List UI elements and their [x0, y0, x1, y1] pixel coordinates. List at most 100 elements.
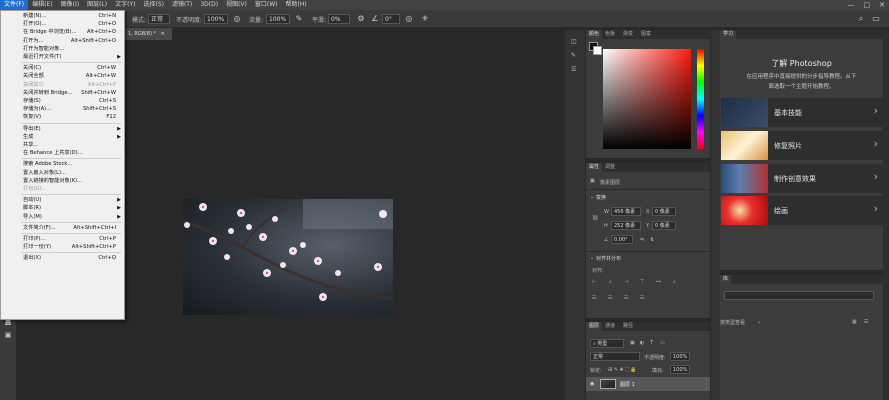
tab-adjustments[interactable]: 调整	[602, 163, 618, 172]
opacity-field[interactable]: 100%	[204, 14, 228, 24]
learn-card-fix-photo[interactable]: 修复照片 ›	[721, 131, 883, 160]
flip-horizontal-icon[interactable]: ⇋	[640, 237, 644, 243]
menu-3d[interactable]: 3D(D)	[196, 0, 222, 10]
tab-patterns[interactable]: 图案	[638, 30, 654, 39]
history-icon[interactable]: ◫	[571, 38, 577, 46]
visibility-eye-icon[interactable]: ◉	[590, 381, 594, 387]
tab-channels[interactable]: 通道	[602, 322, 618, 331]
file-menu-item[interactable]: 自动(U) ▶	[1, 196, 124, 204]
distribute-icon[interactable]: ☷	[608, 295, 612, 301]
airbrush-icon[interactable]: ✎	[294, 14, 304, 24]
library-search-field[interactable]	[724, 291, 874, 300]
file-menu-item[interactable]: 导出(E) ▶	[1, 125, 124, 133]
distribute-icon[interactable]: ☷	[624, 295, 628, 301]
file-menu-item[interactable]: 共享...	[1, 141, 124, 149]
file-menu-item[interactable]: 打开(O)... Ctrl+O	[1, 20, 124, 28]
brush-settings-icon[interactable]: ✎	[571, 52, 576, 60]
tab-gradients[interactable]: 渐变	[620, 30, 636, 39]
menu-layer[interactable]: 图层(L)	[83, 0, 111, 10]
link-dimensions-icon[interactable]: ⛓	[592, 215, 598, 221]
file-menu-item[interactable]: 脚本(R) ▶	[1, 204, 124, 212]
width-field[interactable]: 456 像素	[611, 207, 641, 216]
align-left-icon[interactable]: ⊢	[592, 279, 596, 285]
file-menu-item[interactable]: 在 Bridge 中浏览(B)... Alt+Ctrl+O	[1, 28, 124, 36]
layer-name[interactable]: 图层 1	[620, 381, 635, 388]
file-menu-item[interactable]: 文件简介(F)... Alt+Shift+Ctrl+I	[1, 224, 124, 232]
menu-window[interactable]: 窗口(W)	[251, 0, 282, 10]
file-menu-item[interactable]: 恢复(V) F12	[1, 113, 124, 121]
menu-filter[interactable]: 滤镜(T)	[168, 0, 196, 10]
file-menu-item[interactable]: 关闭并转到 Bridge... Shift+Ctrl+W	[1, 89, 124, 97]
align-right-icon[interactable]: ⊣	[624, 279, 628, 285]
layer-row[interactable]: ◉ 图层 1	[586, 377, 710, 391]
lock-icons[interactable]: ⊞ ✎ ✥ ⛶ 🔒	[608, 367, 637, 373]
file-menu-item[interactable]: 在 Behance 上共享(D)...	[1, 149, 124, 157]
distribute-icon[interactable]: ☷	[640, 295, 644, 301]
filter-type-icon[interactable]: T	[650, 340, 653, 346]
pressure-opacity-icon[interactable]: ◎	[232, 14, 242, 24]
maximize-button[interactable]: □	[864, 0, 871, 10]
x-field[interactable]: 0 像素	[652, 207, 676, 216]
tab-swatches[interactable]: 色板	[602, 30, 618, 39]
document-image[interactable]	[183, 199, 393, 315]
menu-select[interactable]: 选择(S)	[139, 0, 168, 10]
view-by-type-select[interactable]: 按类型查看	[720, 319, 745, 326]
file-menu-item[interactable]: 导入(M) ▶	[1, 213, 124, 221]
menu-help[interactable]: 帮助(H)	[282, 0, 311, 10]
document-tab[interactable]: 1, RGB/8) * ✕	[124, 28, 172, 40]
filter-pixel-icon[interactable]: ▣	[630, 340, 635, 346]
filter-shape-icon[interactable]: ▭	[660, 340, 665, 346]
hue-slider[interactable]	[697, 49, 704, 149]
distribute-icon[interactable]: ☷	[592, 295, 596, 301]
smooth-field[interactable]: 0%	[328, 14, 350, 24]
file-menu-item[interactable]: 打印(P)... Ctrl+P	[1, 235, 124, 243]
pressure-size-icon[interactable]: ◎	[404, 14, 414, 24]
color-field[interactable]	[603, 49, 691, 149]
file-menu-item[interactable]: 置入嵌入对象(L)...	[1, 169, 124, 177]
tab-properties[interactable]: 属性	[586, 163, 603, 172]
panel-scroll-strip[interactable]	[883, 30, 889, 400]
menu-view[interactable]: 视图(V)	[222, 0, 251, 10]
file-menu-item[interactable]: 搜索 Adobe Stock...	[1, 160, 124, 168]
align-middle-icon[interactable]: ⊶	[656, 279, 661, 285]
file-menu-item[interactable]: 存储为(A)... Shift+Ctrl+S	[1, 105, 124, 113]
symmetry-icon[interactable]: ⚜	[420, 14, 430, 24]
angle-field-properties[interactable]: 0.00°	[611, 235, 633, 244]
list-view-icon[interactable]: ☰	[864, 319, 868, 325]
menu-file[interactable]: 文件(F)	[0, 0, 29, 10]
tab-layers[interactable]: 图层	[586, 322, 603, 331]
align-chevron-icon[interactable]: ⌄	[590, 255, 594, 261]
document-tab-close[interactable]: ✕	[161, 31, 165, 37]
file-menu-item[interactable]: 打印一份(Y) Alt+Shift+Ctrl+P	[1, 243, 124, 251]
file-menu-item[interactable]: 关闭(C) Ctrl+W	[1, 64, 124, 72]
filter-adjust-icon[interactable]: ◐	[640, 340, 644, 346]
close-window-button[interactable]: ✕	[879, 0, 885, 10]
layer-filter-select[interactable]: ⌕ 类型	[590, 339, 624, 348]
flow-field[interactable]: 100%	[266, 14, 290, 24]
panel-background-swatch[interactable]	[593, 46, 602, 55]
smoothing-gear-icon[interactable]: ⚙	[356, 14, 366, 24]
search-icon[interactable]: ⌕	[856, 14, 866, 24]
tab-paths[interactable]: 路径	[620, 322, 636, 331]
y-field[interactable]: 0 像素	[652, 221, 676, 230]
file-menu-item[interactable]: 最近打开文件(T) ▶	[1, 53, 124, 61]
file-menu-item[interactable]: 打开为智能对象...	[1, 45, 124, 53]
menu-type[interactable]: 文字(Y)	[111, 0, 139, 10]
tab-learn[interactable]: 学习	[720, 30, 737, 39]
align-center-icon[interactable]: ⊥	[608, 279, 612, 285]
file-menu-item[interactable]: 退出(X) Ctrl+Q	[1, 254, 124, 262]
align-top-icon[interactable]: ⊤	[640, 279, 644, 285]
height-field[interactable]: 252 像素	[611, 221, 641, 230]
file-menu-item[interactable]: 存储(S) Ctrl+S	[1, 97, 124, 105]
mode-select[interactable]: 正常	[148, 14, 170, 24]
transform-chevron-icon[interactable]: ⌄	[590, 194, 594, 200]
file-menu-item[interactable]: 置入链接的智能对象(K)...	[1, 177, 124, 185]
screen-mode-icon[interactable]: ▣	[3, 330, 13, 340]
learn-card-creative-effects[interactable]: 制作创意效果 ›	[721, 164, 883, 193]
layer-opacity-field[interactable]: 100%	[670, 352, 690, 361]
adjustments-icon[interactable]: ☰	[571, 66, 576, 74]
align-bottom-icon[interactable]: ⊥	[672, 279, 676, 285]
menu-edit[interactable]: 编辑(E)	[28, 0, 56, 10]
grid-view-icon[interactable]: ▦	[852, 319, 857, 325]
angle-field[interactable]: 0°	[382, 14, 400, 24]
